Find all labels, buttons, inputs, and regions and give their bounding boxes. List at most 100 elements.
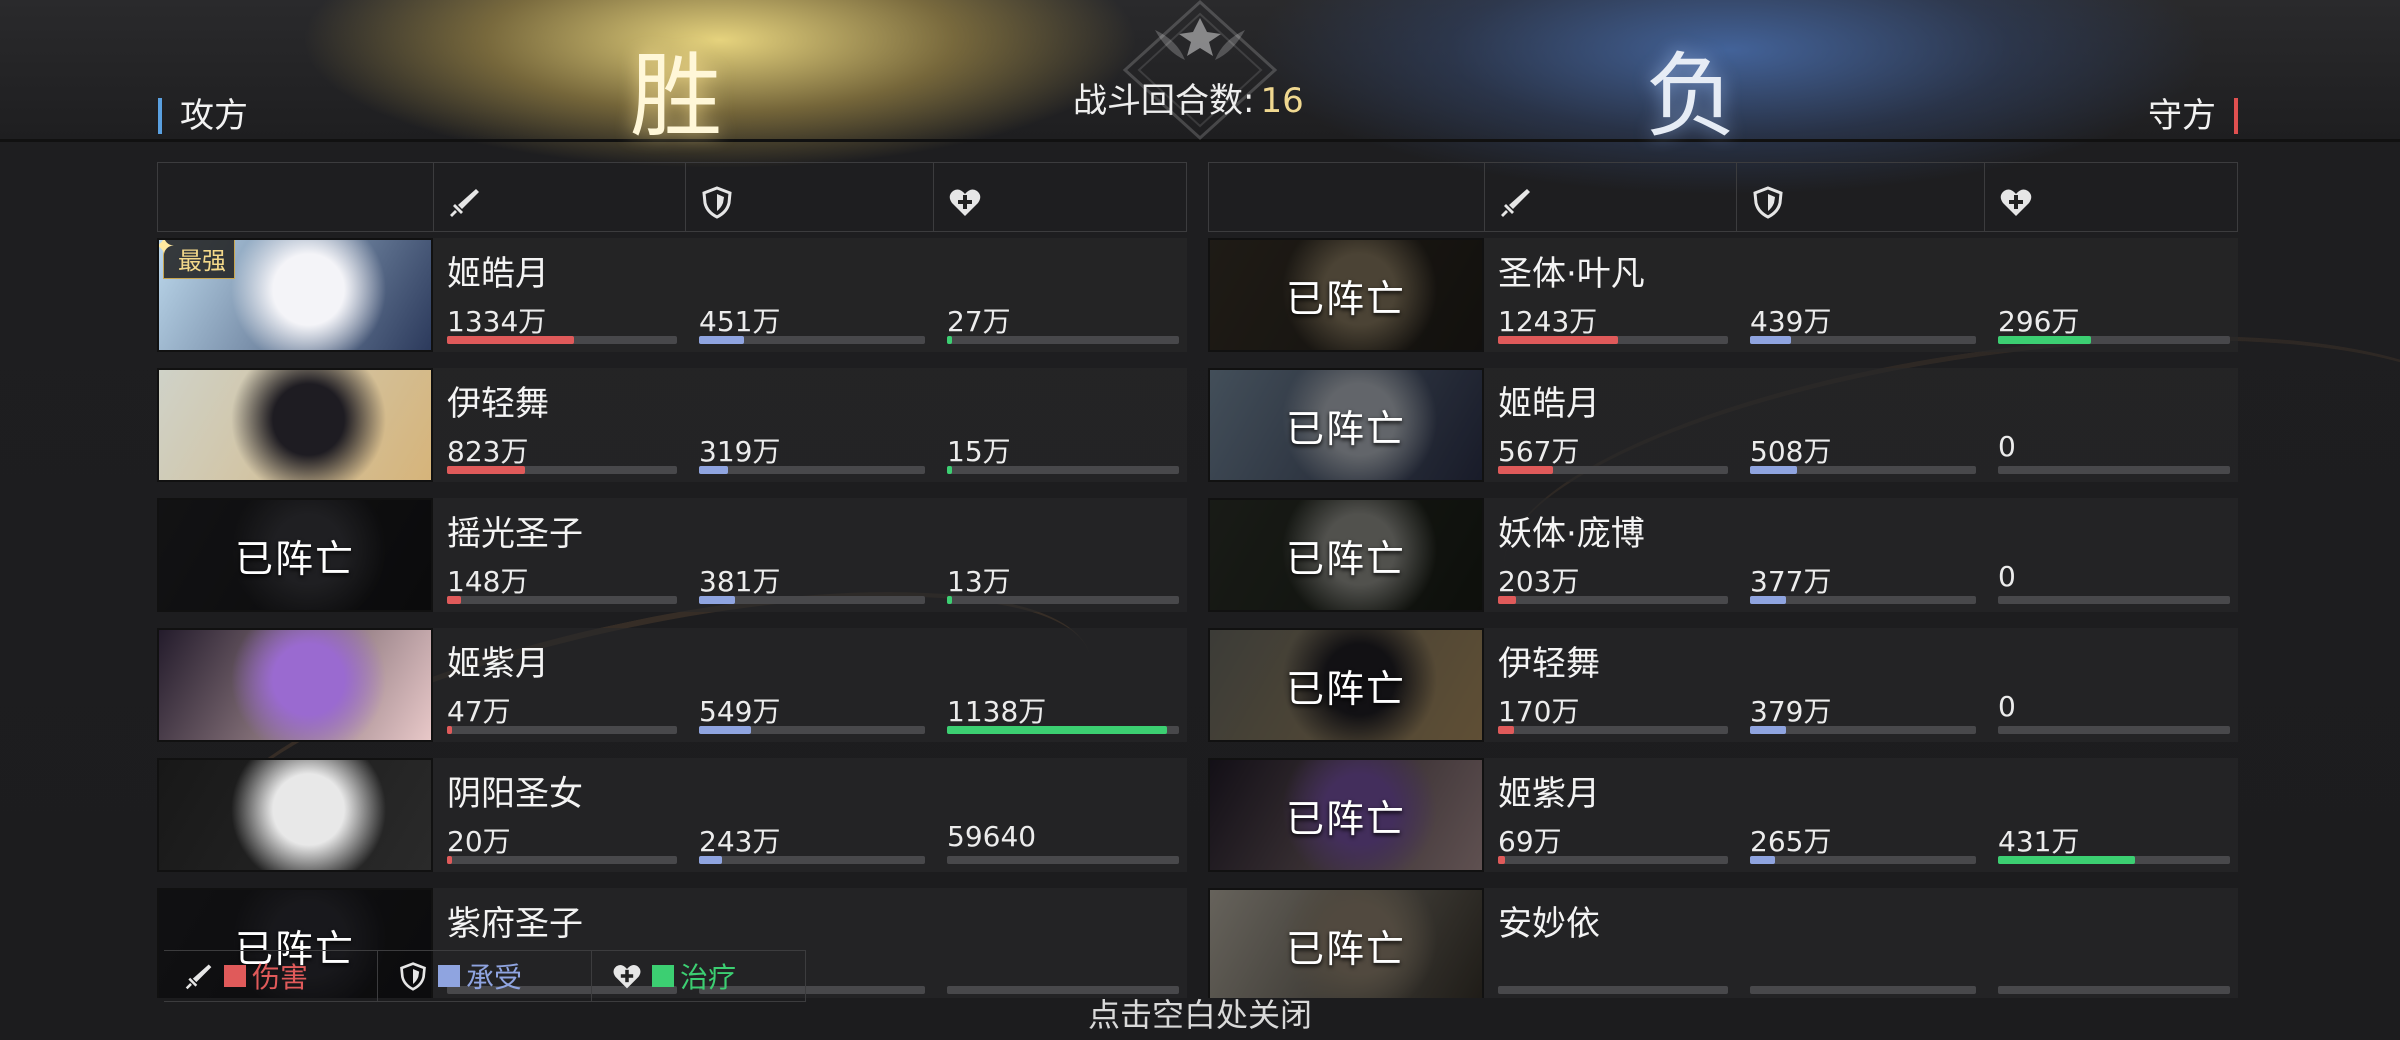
damage-value: 148万 [447, 565, 529, 598]
taken-cell: 265万 [1736, 758, 1984, 872]
table-row[interactable]: 已阵亡 摇光圣子 148万 381万 13万 [157, 498, 1187, 612]
table-row[interactable]: 已阵亡 妖体·庞博 203万 377万 0 [1208, 498, 2238, 612]
attacker-rows: 最强✦ 姬皓月 1334万 451万 27万伊轻舞 823万 319万 15万已阵亡摇光圣子 1… [157, 238, 1187, 998]
taken-cell: 549万 [685, 628, 933, 742]
taken-bar-fill [1750, 466, 1798, 474]
heal-cell: 0 [1984, 368, 2238, 482]
taken-bar-fill [699, 466, 729, 474]
dead-overlay: 已阵亡 [1210, 500, 1482, 610]
heal-value: 59640 [947, 820, 1037, 853]
hero-name: 圣体·叶凡 [1498, 254, 1645, 294]
header-heal-cell [1984, 163, 2238, 231]
table-row[interactable]: 已阵亡 姬紫月 69万 265万 431万 [1208, 758, 2238, 872]
hero-name: 摇光圣子 [447, 514, 583, 554]
heart-plus-icon [2000, 189, 2032, 216]
hero-stats: 姬皓月 567万 508万 0 [1484, 368, 2238, 482]
table-header [157, 162, 1187, 232]
legend-heal-swatch [652, 965, 674, 987]
table-row[interactable]: 姬紫月 47万 549万 1138万 [157, 628, 1187, 742]
heal-bar [1998, 856, 2230, 864]
table-row[interactable]: 阴阳圣女 20万 243万 59640 [157, 758, 1187, 872]
hero-stats: 姬紫月 47万 549万 1138万 [433, 628, 1187, 742]
heal-value: 431万 [1998, 825, 2080, 858]
taken-bar-fill [699, 596, 736, 604]
hero-portrait: 最强✦ [157, 238, 433, 352]
hero-name: 紫府圣子 [447, 904, 583, 944]
hero-portrait: 已阵亡 [1208, 238, 1484, 352]
taken-cell: 508万 [1736, 368, 1984, 482]
heal-cell: 1138万 [933, 628, 1187, 742]
hero-name: 伊轻舞 [1498, 644, 1600, 684]
damage-bar-fill [447, 726, 452, 734]
header-taken-cell [1736, 163, 1984, 231]
close-hint[interactable]: 点击空白处关闭 [0, 990, 2400, 1036]
taken-value: 381万 [699, 565, 781, 598]
hero-name: 姬皓月 [447, 254, 549, 294]
dead-overlay: 已阵亡 [1210, 370, 1482, 480]
header-damage-cell [1484, 163, 1736, 231]
hero-name: 姬紫月 [447, 644, 549, 684]
heal-bar [947, 336, 1179, 344]
victory-label: 胜 [630, 43, 723, 150]
heal-bar-fill [947, 336, 952, 344]
legend-damage-swatch [224, 965, 246, 987]
hero-portrait: 已阵亡 [1208, 888, 1484, 998]
header-damage-cell [433, 163, 685, 231]
hero-stats: 摇光圣子 148万 381万 13万 [433, 498, 1187, 612]
hero-portrait: 已阵亡 [1208, 628, 1484, 742]
hero-portrait [157, 758, 433, 872]
taken-cell: 377万 [1736, 498, 1984, 612]
round-value: 16 [1260, 81, 1304, 121]
taken-bar [1750, 466, 1976, 474]
taken-value: 319万 [699, 435, 781, 468]
heal-bar [947, 726, 1179, 734]
hero-name: 妖体·庞博 [1498, 514, 1645, 554]
damage-bar [447, 856, 677, 864]
damage-bar-fill [1498, 336, 1618, 344]
hero-stats: 安妙依 [1484, 888, 2238, 998]
damage-bar-fill [1498, 856, 1505, 864]
hero-name: 阴阳圣女 [447, 774, 583, 814]
hero-portrait [157, 628, 433, 742]
taken-bar [1750, 856, 1976, 864]
heal-bar [1998, 726, 2230, 734]
table-row[interactable]: 最强✦ 姬皓月 1334万 451万 27万 [157, 238, 1187, 352]
heal-cell: 59640 [933, 758, 1187, 872]
heal-bar [1998, 466, 2230, 474]
damage-bar [1498, 466, 1728, 474]
defender-stats-table: 已阵亡 圣体·叶凡 1243万 439万 296万 已阵亡 姬皓月 567万 508万 0 已阵亡妖… [1208, 162, 2238, 998]
damage-cell: 伊轻舞 170万 [1484, 628, 1736, 742]
damage-bar-fill [447, 466, 526, 474]
damage-value: 1334万 [447, 305, 547, 338]
header-heal-cell [933, 163, 1187, 231]
damage-bar [1498, 856, 1728, 864]
damage-bar-fill [1498, 466, 1554, 474]
damage-value: 1243万 [1498, 305, 1598, 338]
hero-stats: 伊轻舞 823万 319万 15万 [433, 368, 1187, 482]
defeat-label: 负 [1645, 43, 1738, 150]
damage-bar [447, 466, 677, 474]
taken-cell: 319万 [685, 368, 933, 482]
dead-overlay: 已阵亡 [1210, 240, 1482, 350]
heal-bar-fill [947, 596, 952, 604]
legend-taken-swatch [438, 965, 460, 987]
table-row[interactable]: 已阵亡 圣体·叶凡 1243万 439万 296万 [1208, 238, 2238, 352]
table-row[interactable]: 已阵亡 安妙依 [1208, 888, 2238, 998]
hero-stats: 姬紫月 69万 265万 431万 [1484, 758, 2238, 872]
damage-bar-fill [447, 596, 461, 604]
hero-stats: 圣体·叶凡 1243万 439万 296万 [1484, 238, 2238, 352]
table-row[interactable]: 已阵亡 姬皓月 567万 508万 0 [1208, 368, 2238, 482]
damage-cell: 摇光圣子 148万 [433, 498, 685, 612]
heal-value: 296万 [1998, 305, 2080, 338]
table-row[interactable]: 伊轻舞 823万 319万 15万 [157, 368, 1187, 482]
table-row[interactable]: 已阵亡 伊轻舞 170万 379万 0 [1208, 628, 2238, 742]
taken-bar [699, 596, 925, 604]
taken-value: 439万 [1750, 305, 1832, 338]
heal-bar [1998, 596, 2230, 604]
sword-icon [1501, 189, 1530, 217]
hero-name: 姬皓月 [1498, 384, 1600, 424]
sparkle-icon: ✦ [159, 240, 175, 262]
hero-stats: 阴阳圣女 20万 243万 59640 [433, 758, 1187, 872]
heal-value: 13万 [947, 565, 1011, 598]
battle-round-count: 战斗回合数: 16 [1073, 73, 1304, 122]
